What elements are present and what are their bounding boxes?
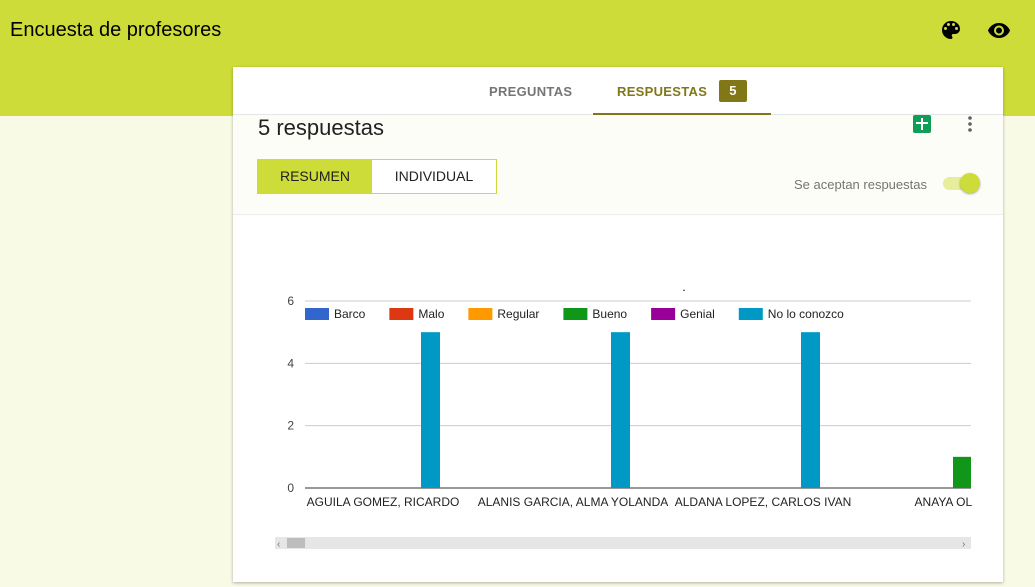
legend-swatch: [651, 308, 676, 320]
y-tick-label: 4: [287, 356, 294, 370]
view-segmented-control: RESUMEN INDIVIDUAL: [257, 159, 497, 194]
legend-swatch: [563, 308, 588, 320]
legend-label: No lo conozco: [768, 307, 844, 321]
x-tick-label: AGUILA GOMEZ, RICARDO: [307, 495, 460, 509]
legend-swatch: [305, 308, 329, 320]
bar-chart-svg: . 0 2 4 6 AGUILA GOMEZ, RICARDO ALANIS GARCIA,…: [275, 280, 1003, 550]
label-overflow-mask: [972, 486, 1003, 516]
legend-label: Genial: [680, 307, 715, 321]
individual-button[interactable]: INDIVIDUAL: [372, 160, 496, 193]
legend-label: Bueno: [592, 307, 627, 321]
y-tick-label: 0: [287, 481, 294, 495]
bar: [611, 332, 630, 488]
legend-label: Malo: [418, 307, 444, 321]
scroll-left-arrow: ‹: [277, 539, 280, 550]
response-count-badge: 5: [719, 80, 747, 102]
summary-header: 5 respuestas RESUMEN INDIVIDUAL Se acept…: [233, 115, 1003, 215]
responses-chart: . 0 2 4 6 AGUILA GOMEZ, RICARDO ALANIS GARCIA,…: [233, 216, 1003, 582]
tab-respuestas[interactable]: RESPUESTAS 5: [593, 67, 771, 115]
palette-icon[interactable]: [939, 18, 963, 42]
resumen-button[interactable]: RESUMEN: [258, 160, 372, 193]
legend-swatch: [738, 308, 763, 320]
sheets-icon[interactable]: [913, 115, 931, 133]
legend-label: Regular: [497, 307, 539, 321]
chart-scrollbar-track: [275, 537, 971, 549]
accepting-responses-toggle[interactable]: [940, 173, 980, 193]
tab-preguntas-label: PREGUNTAS: [489, 84, 573, 99]
y-tick-label: 6: [287, 294, 294, 308]
scroll-right-arrow: ›: [962, 539, 965, 550]
chart-title: .: [682, 280, 685, 294]
tab-bar: PREGUNTAS RESPUESTAS 5: [233, 67, 1003, 115]
legend-swatch: [468, 308, 493, 320]
response-count-title: 5 respuestas: [258, 115, 384, 140]
toggle-thumb: [960, 173, 980, 193]
y-tick-label: 2: [287, 419, 294, 433]
x-tick-label: ALDANA LOPEZ, CARLOS IVAN: [675, 495, 852, 509]
tab-preguntas[interactable]: PREGUNTAS: [472, 67, 586, 115]
bar: [801, 332, 820, 488]
tab-respuestas-label: RESPUESTAS: [617, 84, 708, 99]
legend-label: Barco: [334, 307, 366, 321]
x-tick-label: ALANIS GARCIA, ALMA YOLANDA: [478, 495, 669, 509]
accepting-responses-label: Se aceptan respuestas: [794, 177, 927, 192]
form-title: Encuesta de profesores: [10, 19, 222, 41]
bar: [953, 456, 971, 488]
legend-swatch: [389, 308, 414, 320]
responses-card: PREGUNTAS RESPUESTAS 5 5 respuestas RESU…: [233, 67, 1003, 582]
more-vert-icon[interactable]: [966, 115, 974, 133]
chart-scrollbar-thumb: [287, 538, 305, 548]
eye-icon[interactable]: [987, 18, 1011, 42]
bar: [421, 332, 440, 488]
